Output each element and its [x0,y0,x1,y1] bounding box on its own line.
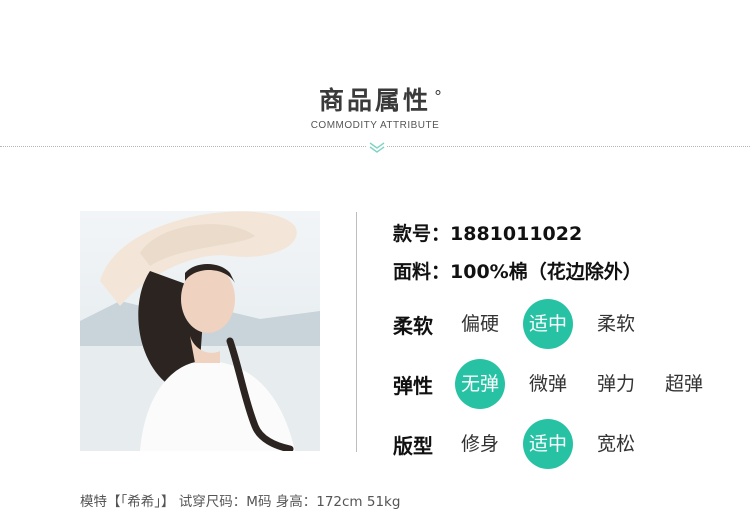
fit-option-regular: 适中 [523,419,573,469]
fabric: 面料：100%棉（花边除外） [393,257,642,284]
attribute-row-fit: 版型 修身 适中 宽松 [393,419,733,469]
model-photo [80,211,320,451]
attribute-label: 柔软 [393,314,433,338]
fabric-label: 面料： [393,261,451,283]
section-title-text: 商品属性 [318,86,431,115]
section-subtitle: COMMODITY ATTRIBUTE [310,120,440,131]
elasticity-option-super: 超弹 [664,373,703,395]
attribute-label: 版型 [393,434,433,458]
style-number-value: 1881011022 [450,223,583,245]
elasticity-option-none: 无弹 [455,359,505,409]
attribute-label: 弹性 [393,374,433,398]
attribute-row-elasticity: 弹性 无弹 微弹 弹力 超弹 [393,359,733,409]
attribute-row-softness: 柔软 偏硬 适中 柔软 [393,299,733,349]
fabric-value: 100%棉（花边除外） [450,261,642,283]
style-number: 款号：1881011022 [393,219,582,246]
vertical-divider [356,212,357,452]
elasticity-option-slight: 微弹 [528,373,567,395]
softness-option-hard: 偏硬 [460,313,499,335]
model-caption: 模特【「希希」】 试穿尺码：M码 身高：172cm 51kg [80,494,401,510]
softness-option-medium: 适中 [523,299,573,349]
style-number-label: 款号： [393,223,451,245]
softness-option-soft: 柔软 [596,313,635,335]
double-chevron-down-icon [367,140,387,154]
fit-option-loose: 宽松 [596,433,635,455]
fit-option-slim: 修身 [460,433,499,455]
section-header: 商品属性 ° COMMODITY ATTRIBUTE [0,86,750,131]
title-degree-mark: ° [434,87,445,106]
elasticity-option-stretch: 弹力 [596,373,635,395]
section-title: 商品属性 ° [318,86,442,116]
